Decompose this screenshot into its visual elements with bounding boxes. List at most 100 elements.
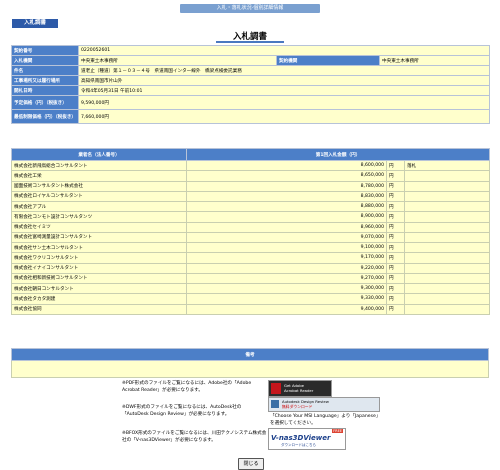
bid-amount: 8,960,000 bbox=[186, 221, 387, 233]
bid-results-table: 業者名（法人番号） 第1回入札金額（円） 株式会社新飛鳥総合コンサルタント 8,6… bbox=[11, 148, 491, 315]
notes-table: 備考 bbox=[11, 348, 489, 378]
bid-amount-header: 第1回入札金額（円） bbox=[185, 148, 491, 161]
bid-row: 株式会社サン土木コンサルタント 9,100,000 円 bbox=[11, 241, 491, 254]
estimate-value: 9,590,000円 bbox=[77, 95, 491, 110]
bid-amount: 9,300,000 bbox=[186, 282, 387, 295]
bid-row: 株式会社相和新技術コンサルタント 9,270,000 円 bbox=[11, 272, 491, 285]
bidder-name: 株式会社ロイヤルコンサルタント bbox=[11, 190, 187, 203]
bidder-name: 株式会社サン土木コンサルタント bbox=[11, 241, 187, 254]
bid-amount: 8,830,000 bbox=[186, 190, 387, 203]
bid-status bbox=[403, 211, 491, 223]
bid-amount: 8,600,000 bbox=[186, 159, 387, 172]
contract-no-label: 契約番号 bbox=[11, 45, 79, 56]
yen-unit: 円 bbox=[386, 190, 405, 203]
bidder-name: 株式会社工栄 bbox=[11, 170, 187, 182]
bid-row: 株式会社ワクリコンサルタント 9,170,000 円 bbox=[11, 252, 491, 264]
bid-org-value: 中央東土木事務所 bbox=[78, 55, 277, 66]
yen-unit: 円 bbox=[386, 303, 405, 315]
dwf-guidance-text: ※DWF形式のファイルをご覧になるには、AutoDesk社の「AutoDesk … bbox=[122, 405, 242, 417]
yen-unit: 円 bbox=[386, 231, 405, 244]
bid-row: 株式会社協同 9,400,000 円 bbox=[11, 303, 491, 315]
bid-status bbox=[403, 282, 491, 295]
bid-row: 國面技術コンサルタント株式会社 8,780,000 円 bbox=[11, 180, 491, 192]
bid-status bbox=[403, 293, 491, 305]
bidder-name-header: 業者名（法人番号） bbox=[11, 148, 187, 161]
bid-row: 株式会社朝日コンサルタント 9,300,000 円 bbox=[11, 282, 491, 295]
bidder-name: 國面技術コンサルタント株式会社 bbox=[11, 180, 187, 192]
yen-unit: 円 bbox=[386, 282, 405, 295]
bid-status bbox=[403, 241, 491, 254]
bid-row: 株式会社セイミツ 8,960,000 円 bbox=[11, 221, 491, 233]
notes-header: 備考 bbox=[11, 348, 489, 361]
bidder-name: 株式会社セイミツ bbox=[11, 221, 187, 233]
bid-row: 株式会社工栄 8,650,000 円 bbox=[11, 170, 491, 182]
bidder-name: 株式会社イナイコンサルタント bbox=[11, 262, 187, 274]
bid-status bbox=[403, 252, 491, 264]
section-tag: 入札調書 bbox=[12, 19, 58, 28]
bid-row: 株式会社タカタ測建 9,330,000 円 bbox=[11, 293, 491, 305]
yen-unit: 円 bbox=[386, 252, 405, 264]
bid-status bbox=[403, 272, 491, 285]
bid-row: 株式会社新飛鳥総合コンサルタント 8,600,000 円落札 bbox=[11, 159, 491, 172]
contract-no-value: 0220052601 bbox=[77, 45, 491, 56]
yen-unit: 円 bbox=[386, 170, 405, 182]
design-review-icon bbox=[271, 400, 279, 408]
bidder-name: 株式会社朝日コンサルタント bbox=[11, 282, 187, 295]
sfx-guidance-text: ※BFOX形式のファイルをご覧になるには、川田テクノシステム株式会社の「V-na… bbox=[122, 431, 267, 443]
bid-amount: 8,880,000 bbox=[186, 200, 387, 213]
adobe-reader-badge[interactable]: Get Adobe Acrobat Reader bbox=[268, 380, 332, 397]
bid-amount: 9,100,000 bbox=[186, 241, 387, 254]
page-header-bar: 入札・落札状況-個別詳細情報 bbox=[180, 4, 320, 13]
vnas-badge-line1: V-nas3DViewer bbox=[271, 434, 331, 442]
contract-org-label: 契約機関 bbox=[276, 55, 380, 66]
close-button[interactable]: 閉じる bbox=[238, 458, 264, 470]
bid-amount: 8,780,000 bbox=[186, 180, 387, 192]
yen-unit: 円 bbox=[386, 293, 405, 305]
minimum-label: 最低制限価格（円）（税抜き） bbox=[11, 109, 79, 124]
pdf-guidance-text: ※PDF形式のファイルをご覧になるには、Adobe社の「Adobe Acroba… bbox=[122, 381, 252, 393]
bid-status bbox=[403, 221, 491, 233]
opening-label: 開札日時 bbox=[11, 85, 79, 96]
estimate-label: 予定価格（円）（税抜き） bbox=[11, 95, 79, 110]
msi-language-note: 「Choose Your MSI Language」より「Japanese」を選… bbox=[270, 414, 379, 426]
opening-value: 令和4年05月31日 午前10:01 bbox=[77, 85, 491, 96]
bid-amount: 9,330,000 bbox=[186, 293, 387, 305]
bidder-name: 株式会社タカタ測建 bbox=[11, 293, 187, 305]
yen-unit: 円 bbox=[386, 200, 405, 213]
bid-row: 株式会社イナイコンサルタント 9,220,000 円 bbox=[11, 262, 491, 274]
yen-unit: 円 bbox=[386, 241, 405, 254]
bid-amount: 9,070,000 bbox=[186, 231, 387, 244]
title-underline bbox=[216, 41, 284, 43]
bidder-name: 株式会社富崎測量設計コンサルタント bbox=[11, 231, 187, 244]
contract-info-table: 契約番号 0220052601 入札機関 中央東土木事務所 契約機関 中央東土木… bbox=[11, 45, 491, 124]
subject-label: 件名 bbox=[11, 65, 79, 76]
vnas-badge-line2: ダウンロードはこちら bbox=[281, 443, 316, 447]
bid-status: 落札 bbox=[403, 159, 491, 172]
bidder-name: 株式会社協同 bbox=[11, 303, 187, 315]
notes-body bbox=[11, 360, 489, 378]
bidder-name: 有限会社コンモト設計コンサルタンツ bbox=[11, 211, 187, 223]
bid-status bbox=[403, 190, 491, 203]
subject-value: 道老止（種道）第１－０３－４号 県道南国インター線外 橋梁点検委託業務 bbox=[77, 65, 491, 76]
bidder-name: 株式会社アプル bbox=[11, 200, 187, 213]
place-label: 工事場所又は履行場所 bbox=[11, 75, 79, 86]
bid-status bbox=[403, 262, 491, 274]
bid-row: 株式会社アプル 8,880,000 円 bbox=[11, 200, 491, 213]
place-value: 高知県南国市片山外 bbox=[77, 75, 491, 86]
adobe-badge-line2: Acrobat Reader bbox=[284, 388, 314, 393]
bid-row: 有限会社コンモト設計コンサルタンツ 8,900,000 円 bbox=[11, 211, 491, 223]
bid-amount: 9,400,000 bbox=[186, 303, 387, 315]
bid-amount: 8,900,000 bbox=[186, 211, 387, 223]
vnas3dviewer-badge[interactable]: V-nas3DViewer ダウンロードはこちら FREE bbox=[268, 428, 346, 450]
autodesk-design-review-badge[interactable]: Autodesk Design Review 無料ダウンロード bbox=[268, 397, 380, 412]
yen-unit: 円 bbox=[386, 221, 405, 233]
yen-unit: 円 bbox=[386, 262, 405, 274]
yen-unit: 円 bbox=[386, 211, 405, 223]
bid-row: 株式会社富崎測量設計コンサルタント 9,070,000 円 bbox=[11, 231, 491, 244]
bidder-name: 株式会社新飛鳥総合コンサルタント bbox=[11, 159, 187, 172]
bid-status bbox=[403, 303, 491, 315]
dwf-badge-line2: 無料ダウンロード bbox=[282, 404, 313, 409]
bid-amount: 9,170,000 bbox=[186, 252, 387, 264]
bid-amount: 8,650,000 bbox=[186, 170, 387, 182]
minimum-value: 7,660,000円 bbox=[77, 109, 491, 124]
